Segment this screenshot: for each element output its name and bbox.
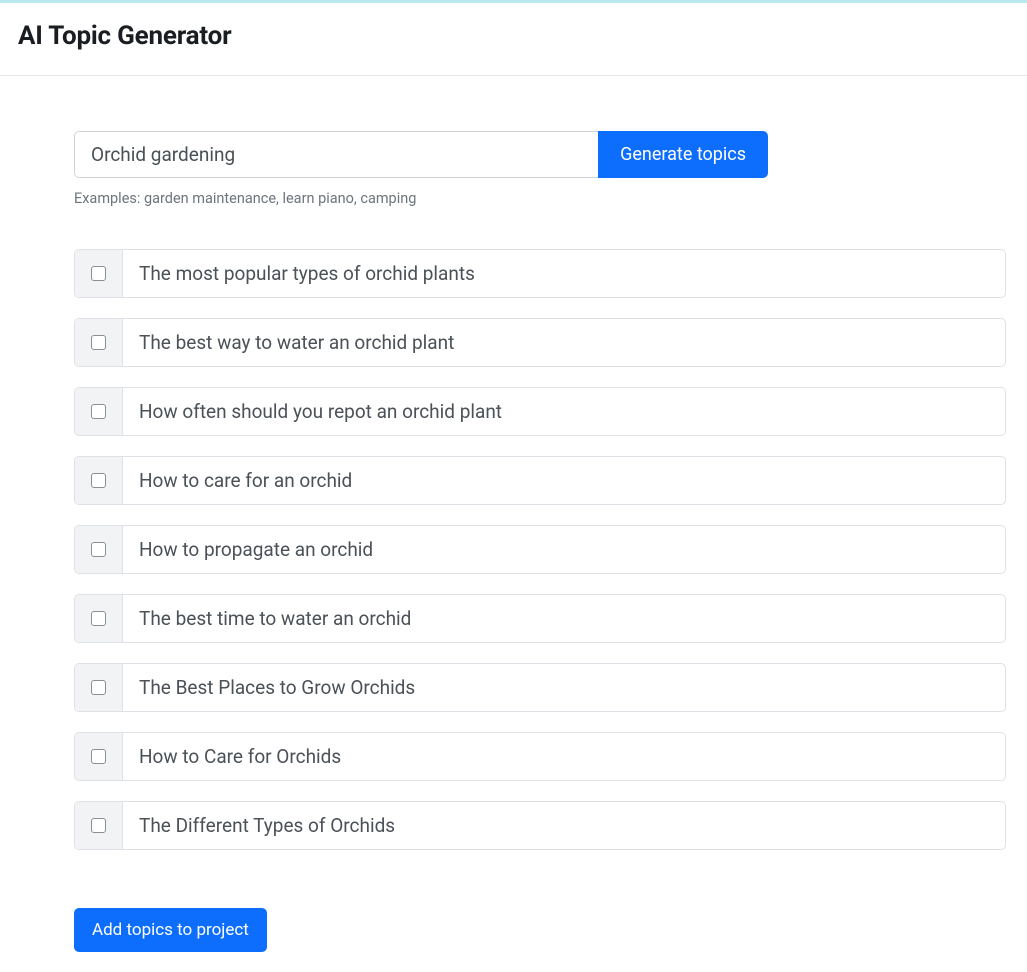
checkbox-cell [75, 319, 123, 366]
checkbox-cell [75, 526, 123, 573]
checkbox-cell [75, 802, 123, 849]
topic-item: How to propagate an orchid [74, 525, 1006, 574]
page-title: AI Topic Generator [18, 21, 1009, 51]
topic-item: The most popular types of orchid plants [74, 249, 1006, 298]
topic-checkbox[interactable] [91, 266, 106, 281]
topic-item: The Best Places to Grow Orchids [74, 663, 1006, 712]
checkbox-cell [75, 733, 123, 780]
add-topics-button[interactable]: Add topics to project [74, 908, 267, 952]
topic-label: The most popular types of orchid plants [123, 250, 1005, 297]
topic-item: The best way to water an orchid plant [74, 318, 1006, 367]
topic-checkbox[interactable] [91, 611, 106, 626]
topic-label: How to Care for Orchids [123, 733, 1005, 780]
topic-item: How often should you repot an orchid pla… [74, 387, 1006, 436]
topic-item: The best time to water an orchid [74, 594, 1006, 643]
topic-checkbox[interactable] [91, 335, 106, 350]
topic-input[interactable] [74, 131, 598, 178]
checkbox-cell [75, 388, 123, 435]
generate-topics-button[interactable]: Generate topics [598, 131, 768, 178]
topic-checkbox[interactable] [91, 818, 106, 833]
header: AI Topic Generator [0, 3, 1027, 76]
topics-list: The most popular types of orchid plants T… [74, 249, 1006, 850]
topic-label: The best way to water an orchid plant [123, 319, 1005, 366]
main-content: Generate topics Examples: garden mainten… [0, 76, 1027, 972]
topic-label: The Different Types of Orchids [123, 802, 1005, 849]
topic-checkbox[interactable] [91, 680, 106, 695]
checkbox-cell [75, 457, 123, 504]
topic-item: How to care for an orchid [74, 456, 1006, 505]
input-row: Generate topics [74, 131, 768, 178]
topic-checkbox[interactable] [91, 473, 106, 488]
topic-label: The Best Places to Grow Orchids [123, 664, 1005, 711]
topic-checkbox[interactable] [91, 749, 106, 764]
topic-label: How often should you repot an orchid pla… [123, 388, 1005, 435]
topic-checkbox[interactable] [91, 542, 106, 557]
topic-item: How to Care for Orchids [74, 732, 1006, 781]
top-accent-line [0, 0, 1027, 3]
checkbox-cell [75, 595, 123, 642]
checkbox-cell [75, 664, 123, 711]
topic-label: How to propagate an orchid [123, 526, 1005, 573]
topic-label: How to care for an orchid [123, 457, 1005, 504]
topic-label: The best time to water an orchid [123, 595, 1005, 642]
examples-text: Examples: garden maintenance, learn pian… [74, 190, 1009, 207]
topic-item: The Different Types of Orchids [74, 801, 1006, 850]
topic-checkbox[interactable] [91, 404, 106, 419]
checkbox-cell [75, 250, 123, 297]
